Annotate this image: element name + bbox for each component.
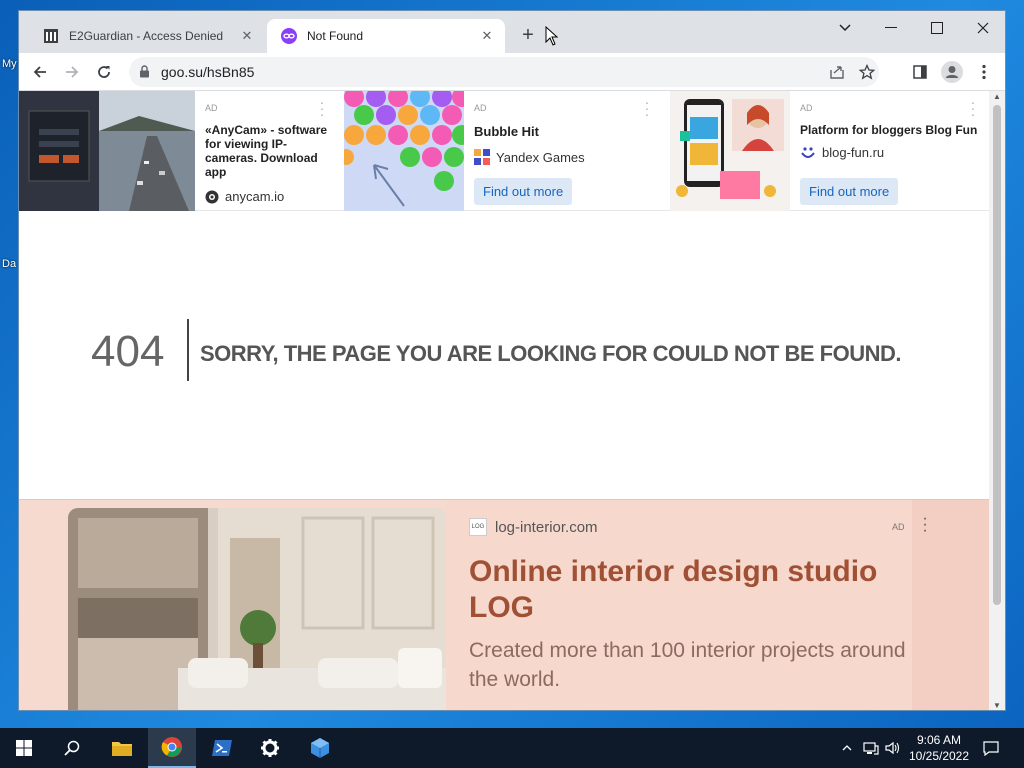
ad-domain[interactable]: LOG log-interior.com [469, 518, 598, 536]
ad-card-bubble-hit[interactable]: AD · · · Bubble Hit Yandex Games Find out … [344, 91, 670, 211]
address-bar[interactable]: goo.su/hsBn85 [129, 57, 879, 87]
chevron-up-icon[interactable] [838, 740, 856, 756]
start-button[interactable] [0, 728, 48, 768]
ad-domain[interactable]: anycam.io [205, 189, 284, 204]
forward-button[interactable] [59, 59, 85, 85]
file-explorer-button[interactable] [98, 728, 146, 768]
ad-domain-text: log-interior.com [495, 518, 598, 536]
vertical-scrollbar[interactable]: ▲ ▼ [989, 91, 1005, 710]
new-tab-button[interactable]: + [517, 25, 539, 47]
side-panel-icon[interactable] [907, 59, 933, 85]
ad-domain-text: anycam.io [225, 189, 285, 204]
scroll-down-icon[interactable]: ▼ [993, 702, 1001, 710]
profile-avatar[interactable] [939, 59, 965, 85]
page-content: AD · · · «AnyCam» - software for viewing I… [19, 91, 990, 710]
folder-icon [112, 742, 132, 756]
gear-icon [261, 739, 279, 757]
settings-button[interactable] [246, 728, 294, 768]
smile-icon [801, 146, 815, 158]
desktop-icon-label[interactable]: My [2, 58, 17, 70]
browser-window: E2Guardian - Access Denied ✕ Not Found ✕… [18, 10, 1006, 711]
mouse-cursor-icon [545, 25, 559, 51]
lock-icon[interactable] [139, 65, 150, 83]
ad-title[interactable]: Bubble Hit [474, 125, 539, 139]
network-icon[interactable] [862, 740, 880, 756]
ad-card-anycam[interactable]: AD · · · «AnyCam» - software for viewing I… [19, 91, 344, 211]
taskbar: 9:06 AM 10/25/2022 [0, 728, 1024, 768]
scroll-up-icon[interactable]: ▲ [993, 93, 1001, 101]
ad-label: AD [892, 522, 905, 532]
scroll-thumb[interactable] [993, 105, 1001, 605]
ad-image[interactable] [19, 91, 195, 211]
log-logo-icon: LOG [469, 518, 487, 536]
notification-icon[interactable] [982, 740, 1000, 756]
ad-domain[interactable]: blog-fun.ru [800, 145, 884, 160]
search-button[interactable] [48, 728, 96, 768]
ad-image[interactable] [68, 508, 446, 710]
app-taskbar-button[interactable] [296, 728, 344, 768]
ad-domain-text: blog-fun.ru [822, 145, 885, 160]
ad-options-icon[interactable]: · · · [921, 511, 929, 539]
link-icon [281, 28, 297, 44]
ad-title[interactable]: Online interior design studio LOG [469, 554, 909, 626]
ad-image[interactable] [670, 91, 790, 211]
ad-row: AD · · · «AnyCam» - software for viewing I… [19, 91, 990, 211]
anycam-logo-icon [205, 190, 219, 203]
find-out-more-button[interactable]: Find out more [474, 178, 573, 205]
tab-e2guardian[interactable]: E2Guardian - Access Denied ✕ [29, 19, 265, 53]
minimize-button[interactable] [869, 15, 913, 41]
ad-options-icon[interactable]: · · · [642, 95, 652, 121]
clock-time: 9:06 AM [916, 733, 962, 747]
ad-title[interactable]: «AnyCam» - software for viewing IP-camer… [205, 123, 335, 179]
tab-not-found[interactable]: Not Found ✕ [267, 19, 505, 53]
back-button[interactable] [27, 59, 53, 85]
tab-title: E2Guardian - Access Denied [69, 29, 224, 43]
tab-strip: E2Guardian - Access Denied ✕ Not Found ✕… [19, 11, 1005, 53]
cube-app-icon [311, 738, 329, 758]
close-icon[interactable]: ✕ [479, 28, 495, 44]
url-text: goo.su/hsBn85 [161, 64, 255, 80]
error-block: 404 SORRY, THE PAGE YOU ARE LOOKING FOR … [19, 319, 990, 385]
ad-label: AD [800, 103, 813, 113]
ad-title[interactable]: Platform for bloggers Blog Fun [800, 123, 985, 137]
ad-card-blog-fun[interactable]: AD · · · Platform for bloggers Blog Fun bl… [670, 91, 990, 211]
close-icon[interactable]: ✕ [239, 28, 255, 44]
powershell-button[interactable] [198, 728, 246, 768]
ad-domain[interactable]: Yandex Games [474, 149, 585, 165]
share-icon[interactable] [827, 62, 847, 82]
ad-image[interactable] [344, 91, 464, 211]
powershell-icon [212, 740, 232, 756]
system-clock[interactable]: 9:06 AM 10/25/2022 [906, 732, 972, 764]
ad-options-icon[interactable]: · · · [968, 95, 978, 121]
find-out-more-button[interactable]: Find out more [800, 178, 899, 205]
ad-label: AD [474, 103, 487, 113]
ad-banner-log-interior[interactable]: LOG log-interior.com AD · · · Online inter… [19, 499, 990, 710]
menu-kebab-icon[interactable] [971, 59, 997, 85]
search-icon [64, 740, 80, 756]
ad-label: AD [205, 103, 218, 113]
tab-title: Not Found [307, 29, 364, 43]
chrome-icon [161, 737, 182, 757]
ad-options-icon[interactable]: · · · [317, 95, 327, 121]
tab-search-icon[interactable] [823, 15, 867, 41]
desktop-icon-label[interactable]: Da [2, 258, 16, 270]
bookmark-star-icon[interactable] [857, 62, 877, 82]
browser-toolbar: goo.su/hsBn85 [19, 53, 1005, 91]
yandex-games-icon [474, 149, 490, 165]
error-message: SORRY, THE PAGE YOU ARE LOOKING FOR COUL… [200, 341, 901, 366]
clock-date: 10/25/2022 [908, 749, 970, 763]
volume-icon[interactable] [884, 740, 902, 756]
building-icon [43, 28, 59, 44]
maximize-button[interactable] [915, 15, 959, 41]
error-code: 404 [91, 327, 165, 376]
windows-icon [16, 740, 32, 756]
ad-description: Created more than 100 interior projects … [469, 639, 906, 691]
divider [187, 319, 189, 381]
reload-button[interactable] [91, 59, 117, 85]
ad-domain-text: Yandex Games [496, 149, 585, 165]
close-window-button[interactable] [961, 15, 1005, 41]
chrome-taskbar-button[interactable] [148, 728, 196, 768]
